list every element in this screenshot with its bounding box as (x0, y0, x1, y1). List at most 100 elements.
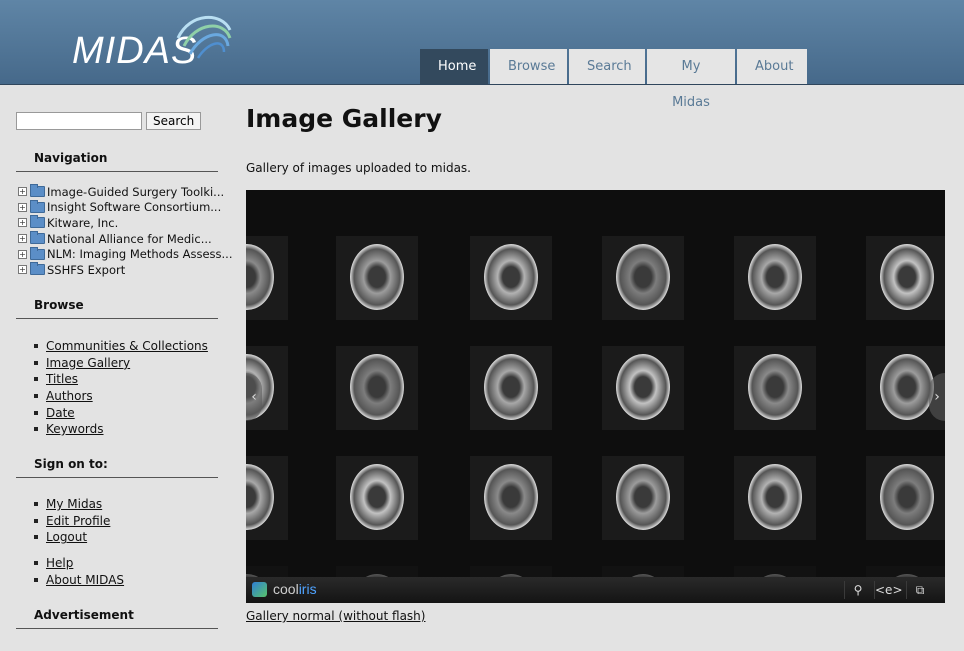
list-item: Image Gallery (34, 355, 208, 372)
brain-scan-image (616, 464, 670, 530)
folder-icon (30, 215, 45, 229)
expand-icon[interactable]: + (18, 202, 27, 212)
tab-my-midas[interactable]: My Midas (647, 49, 735, 110)
gallery-thumbnail[interactable] (470, 346, 552, 430)
gallery-thumbnail[interactable] (734, 236, 816, 320)
tree-item-label[interactable]: Image-Guided Surgery Toolki... (47, 185, 224, 199)
navigation-heading: Navigation (16, 151, 218, 172)
gallery-thumbnail[interactable] (246, 236, 288, 320)
expand-icon[interactable]: + (18, 265, 27, 275)
brain-scan-image (748, 464, 802, 530)
gallery-thumbnail[interactable] (734, 346, 816, 430)
list-item: My Midas (34, 496, 110, 513)
cooliris-icon (252, 581, 267, 597)
gallery-thumbnail[interactable] (336, 346, 418, 430)
expand-icon[interactable]: + (18, 218, 27, 228)
link-logout[interactable]: Logout (46, 530, 87, 544)
brand-text-cool: cool (273, 581, 299, 597)
expand-icon[interactable]: + (18, 249, 27, 259)
tab-browse[interactable]: Browse (490, 49, 567, 84)
list-item: Titles (34, 371, 208, 388)
tab-home[interactable]: Home (420, 49, 488, 84)
list-item: About MIDAS (34, 572, 124, 589)
account-links: My Midas Edit Profile Logout (34, 496, 110, 546)
tree-item-label[interactable]: Insight Software Consortium... (47, 200, 221, 214)
list-item: Keywords (34, 421, 208, 438)
expand-icon[interactable]: + (18, 187, 27, 197)
fullscreen-icon[interactable]: ⧉ (906, 581, 933, 599)
list-item: Authors (34, 388, 208, 405)
tab-search[interactable]: Search (569, 49, 645, 84)
folder-icon (30, 262, 45, 276)
scroll-right-button[interactable]: › (929, 373, 945, 421)
link-titles[interactable]: Titles (46, 372, 78, 386)
search-icon[interactable]: ⚲ (844, 581, 871, 599)
brain-scan-image (880, 244, 934, 310)
image-gallery-viewer[interactable]: ‹ › cool iris ⚲ <e> ⧉ (246, 190, 945, 603)
page-description: Gallery of images uploaded to midas. (246, 161, 471, 175)
sidebar-search: Search (16, 112, 202, 130)
gallery-thumbnail[interactable] (734, 456, 816, 540)
brand-text-iris: iris (298, 581, 317, 597)
tree-item[interactable]: + Insight Software Consortium... (18, 199, 233, 216)
navigation-tree: + Image-Guided Surgery Toolki... + Insight… (18, 184, 233, 278)
main-nav-tabs: Home Browse Search My Midas About (420, 49, 809, 110)
tree-item[interactable]: + NLM: Imaging Methods Assess... (18, 246, 233, 262)
brain-scan-image (748, 354, 802, 420)
help-links: Help About MIDAS (34, 555, 124, 588)
gallery-thumbnail[interactable] (866, 456, 945, 540)
brain-scan-image (484, 244, 538, 310)
brain-scan-image (616, 354, 670, 420)
gallery-thumbnail[interactable] (602, 236, 684, 320)
brain-scan-image (350, 244, 404, 310)
page-title: Image Gallery (246, 104, 442, 133)
midas-logo[interactable]: MIDAS (70, 8, 240, 72)
embed-icon[interactable]: <e> (874, 581, 903, 599)
gallery-thumbnail[interactable] (470, 456, 552, 540)
link-edit-profile[interactable]: Edit Profile (46, 514, 110, 528)
expand-icon[interactable]: + (18, 234, 27, 244)
gallery-thumbnail[interactable] (602, 346, 684, 430)
tree-item-label[interactable]: National Alliance for Medic... (47, 232, 212, 246)
link-help[interactable]: Help (46, 556, 73, 570)
list-item: Logout (34, 529, 110, 546)
link-keywords[interactable]: Keywords (46, 422, 104, 436)
signon-heading: Sign on to: (16, 457, 218, 478)
link-image-gallery[interactable]: Image Gallery (46, 356, 130, 370)
link-authors[interactable]: Authors (46, 389, 93, 403)
brain-scan-image (880, 354, 934, 420)
cooliris-logo[interactable]: cool iris (252, 581, 317, 597)
brain-scan-image (484, 464, 538, 530)
gallery-normal-link[interactable]: Gallery normal (without flash) (246, 609, 425, 623)
gallery-thumbnail[interactable] (602, 456, 684, 540)
advertisement-heading: Advertisement (16, 608, 218, 629)
tab-about[interactable]: About (737, 49, 807, 84)
tree-item-label[interactable]: SSHFS Export (47, 263, 125, 277)
folder-icon (30, 199, 45, 213)
gallery-thumbnail[interactable] (470, 236, 552, 320)
list-item: Help (34, 555, 124, 572)
gallery-thumbnail[interactable] (336, 456, 418, 540)
tree-item-label[interactable]: NLM: Imaging Methods Assess... (47, 247, 233, 261)
brain-scan-image (246, 244, 274, 310)
gallery-thumbnail[interactable] (246, 456, 288, 540)
link-date[interactable]: Date (46, 406, 75, 420)
tree-item[interactable]: + Kitware, Inc. (18, 215, 233, 231)
search-button[interactable]: Search (146, 112, 202, 130)
link-communities-collections[interactable]: Communities & Collections (46, 339, 208, 353)
tree-item[interactable]: + National Alliance for Medic... (18, 231, 233, 247)
tree-item[interactable]: + SSHFS Export (18, 262, 233, 278)
site-header: MIDAS Home Browse Search My Midas About (0, 0, 964, 110)
search-input[interactable] (16, 112, 142, 130)
brain-scan-image (484, 354, 538, 420)
link-about-midas[interactable]: About MIDAS (46, 573, 124, 587)
brain-scan-image (350, 464, 404, 530)
folder-icon (30, 246, 45, 260)
list-item: Edit Profile (34, 513, 110, 530)
tree-item-label[interactable]: Kitware, Inc. (47, 216, 118, 230)
gallery-thumbnail[interactable] (866, 236, 945, 320)
tree-item[interactable]: + Image-Guided Surgery Toolki... (18, 184, 233, 200)
gallery-thumbnail[interactable] (336, 236, 418, 320)
brain-scan-image (350, 354, 404, 420)
link-my-midas[interactable]: My Midas (46, 497, 102, 511)
